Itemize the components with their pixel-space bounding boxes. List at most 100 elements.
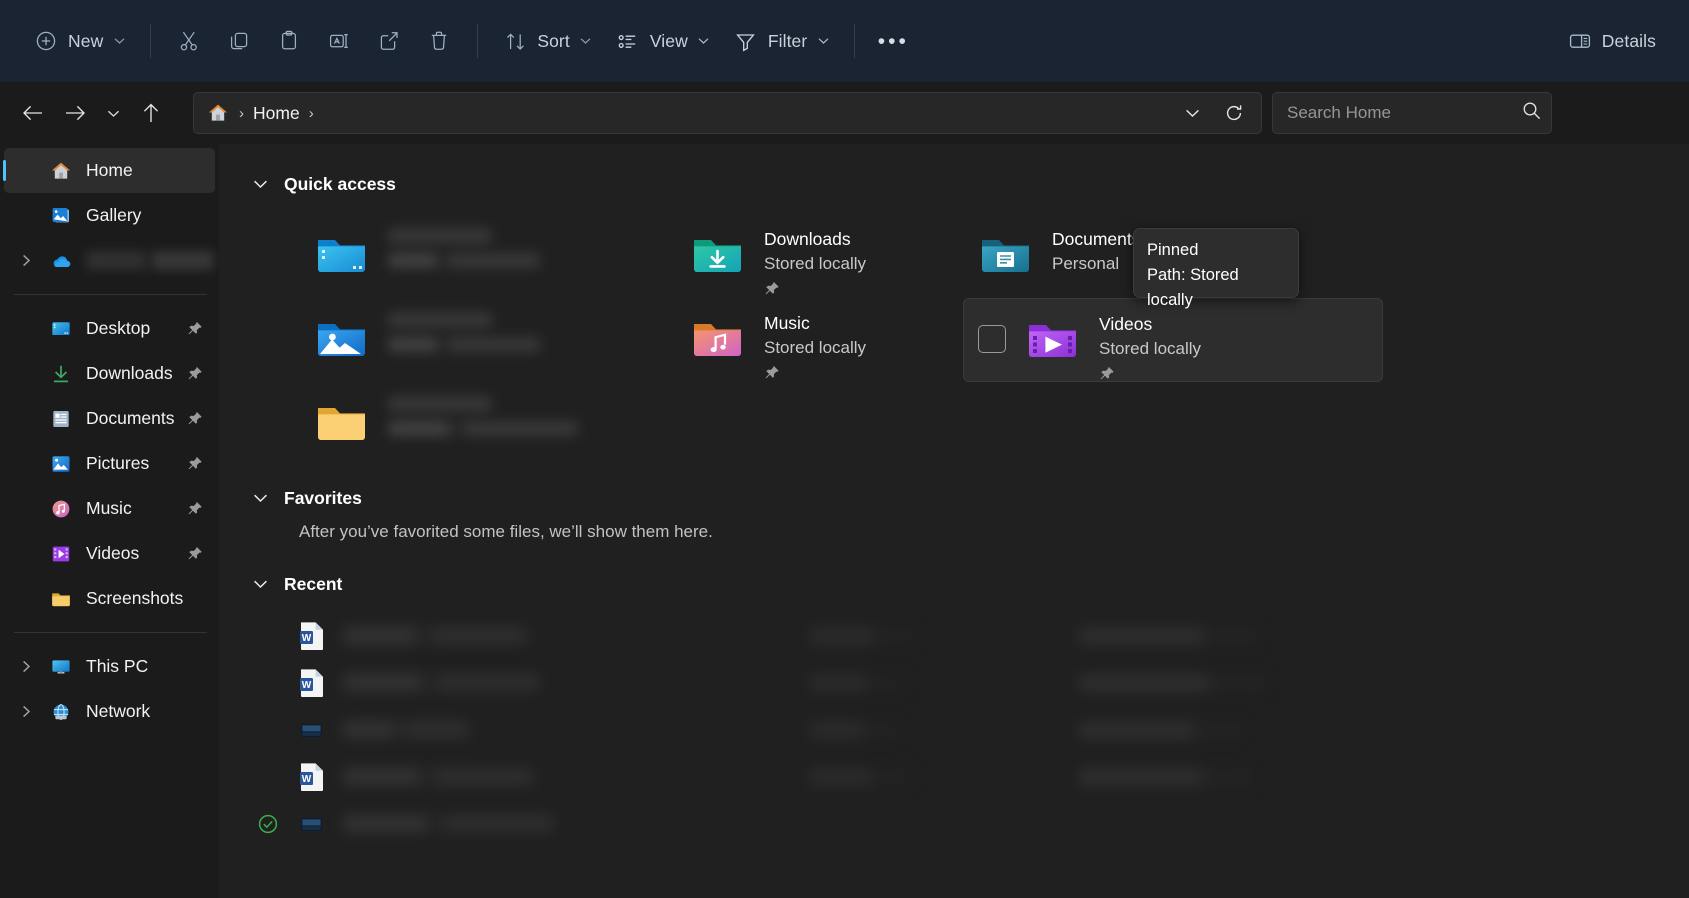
sidebar-item-home[interactable]: Home	[4, 148, 215, 193]
pin-icon[interactable]	[187, 501, 203, 517]
copy-button[interactable]	[214, 19, 264, 63]
sort-button[interactable]: Sort	[491, 19, 604, 63]
pin-icon[interactable]	[187, 321, 203, 337]
back-button[interactable]	[12, 92, 54, 134]
share-button[interactable]	[364, 19, 414, 63]
breadcrumb-separator: ›	[230, 105, 253, 122]
quick-access-item-downloads[interactable]: Downloads Stored locally	[675, 214, 963, 298]
recent-item-name	[343, 674, 539, 691]
pin-icon[interactable]	[1099, 366, 1115, 382]
pin-icon[interactable]	[187, 411, 203, 427]
sidebar-label-pictures: Pictures	[86, 453, 149, 474]
new-button[interactable]: New	[22, 19, 137, 63]
sidebar-divider-1	[14, 294, 207, 295]
downloads-icon	[50, 363, 72, 385]
recent-item-location	[1079, 769, 1253, 785]
quick-access-item-music[interactable]: Music Stored locally	[675, 298, 963, 382]
plus-circle-icon	[33, 28, 59, 54]
refresh-button[interactable]	[1215, 96, 1253, 130]
quick-access-item-meta: Music Stored locally	[764, 308, 866, 381]
recent-item-date	[809, 628, 917, 644]
gallery-icon	[50, 205, 72, 227]
sidebar-label-network: Network	[86, 701, 150, 722]
rename-button[interactable]	[314, 19, 364, 63]
sidebar-item-documents[interactable]: Documents	[4, 396, 215, 441]
up-button[interactable]	[130, 92, 172, 134]
recent-row[interactable]	[299, 706, 1689, 753]
sidebar-label-screenshots: Screenshots	[86, 588, 183, 609]
quick-access-item[interactable]	[299, 382, 675, 466]
quick-access-item-meta: Documents Personal	[1052, 224, 1141, 276]
pin-icon[interactable]	[187, 546, 203, 562]
filter-button[interactable]: Filter	[722, 19, 842, 63]
quick-access-item-subtitle	[388, 337, 540, 352]
quick-access-item[interactable]	[299, 214, 675, 298]
sidebar-item-screenshots[interactable]: Screenshots	[4, 576, 215, 621]
breadcrumb-home[interactable]: Home	[253, 103, 300, 124]
pin-icon[interactable]	[764, 281, 780, 297]
sidebar-item-onedrive[interactable]	[4, 238, 215, 283]
sidebar-item-pictures[interactable]: Pictures	[4, 441, 215, 486]
filter-label: Filter	[768, 31, 808, 52]
recent-locations-button[interactable]	[96, 92, 130, 134]
chevron-down-icon[interactable]	[252, 490, 268, 506]
sidebar-item-this-pc[interactable]: This PC	[4, 644, 215, 689]
forward-button[interactable]	[54, 92, 96, 134]
search-icon[interactable]	[1522, 101, 1541, 125]
quick-access-title: Quick access	[284, 174, 396, 195]
chevron-right-icon[interactable]	[18, 659, 34, 675]
onedrive-icon	[50, 250, 72, 272]
favorites-header[interactable]: Favorites	[219, 478, 1689, 518]
network-icon	[50, 701, 72, 723]
recent-row[interactable]: W	[299, 612, 1689, 659]
search-input[interactable]: Search Home	[1287, 103, 1391, 123]
view-label: View	[650, 31, 688, 52]
quick-access-item[interactable]	[299, 298, 675, 382]
home-icon[interactable]	[206, 101, 230, 125]
toolbar-divider-2	[477, 24, 478, 58]
sidebar-item-network[interactable]: Network	[4, 689, 215, 734]
favorites-empty-message: After you’ve favorited some files, we’ll…	[219, 522, 1689, 542]
tooltip-line-1: Pinned	[1147, 238, 1285, 263]
sidebar-item-downloads[interactable]: Downloads	[4, 351, 215, 396]
selection-checkbox[interactable]	[978, 325, 1006, 353]
pin-icon[interactable]	[187, 366, 203, 382]
chevron-right-icon[interactable]	[18, 704, 34, 720]
home-icon	[50, 160, 72, 182]
quick-access-item-name: Music	[764, 312, 866, 336]
recent-row[interactable]: W	[299, 753, 1689, 800]
recent-header[interactable]: Recent	[219, 564, 1689, 604]
sidebar-item-gallery[interactable]: Gallery	[4, 193, 215, 238]
chevron-right-icon[interactable]	[18, 253, 34, 269]
address-bar[interactable]: › Home ›	[193, 92, 1262, 134]
pin-icon[interactable]	[764, 365, 780, 381]
recent-row[interactable]: W	[299, 659, 1689, 706]
delete-button[interactable]	[414, 19, 464, 63]
sort-label: Sort	[537, 31, 570, 52]
more-options-button[interactable]: •••	[868, 19, 918, 63]
chevron-down-icon[interactable]	[252, 576, 268, 592]
quick-access-header[interactable]: Quick access	[219, 164, 1689, 204]
chevron-down-icon[interactable]	[252, 176, 268, 192]
paste-button[interactable]	[264, 19, 314, 63]
quick-access-item-subtitle: Stored locally	[764, 252, 866, 277]
breadcrumb-separator-2[interactable]: ›	[300, 105, 323, 122]
content-pane: Quick access	[219, 144, 1689, 898]
recent-title: Recent	[284, 574, 342, 595]
sidebar-item-desktop[interactable]: Desktop	[4, 306, 215, 351]
recent-row[interactable]	[299, 800, 1689, 847]
search-box[interactable]: Search Home	[1272, 92, 1552, 134]
recent-item-name	[343, 721, 469, 738]
cut-button[interactable]	[164, 19, 214, 63]
details-pane-button[interactable]: Details	[1556, 19, 1667, 63]
pin-icon[interactable]	[187, 456, 203, 472]
sidebar-item-videos[interactable]: Videos	[4, 531, 215, 576]
sidebar-item-music[interactable]: Music	[4, 486, 215, 531]
previous-locations-button[interactable]	[1173, 96, 1211, 130]
word-doc-icon: W	[299, 762, 325, 792]
view-button[interactable]: View	[604, 19, 722, 63]
chevron-down-icon	[112, 34, 126, 48]
downloads-folder-icon	[689, 226, 746, 283]
recent-item-location	[1079, 722, 1241, 738]
image-file-icon	[299, 715, 325, 745]
